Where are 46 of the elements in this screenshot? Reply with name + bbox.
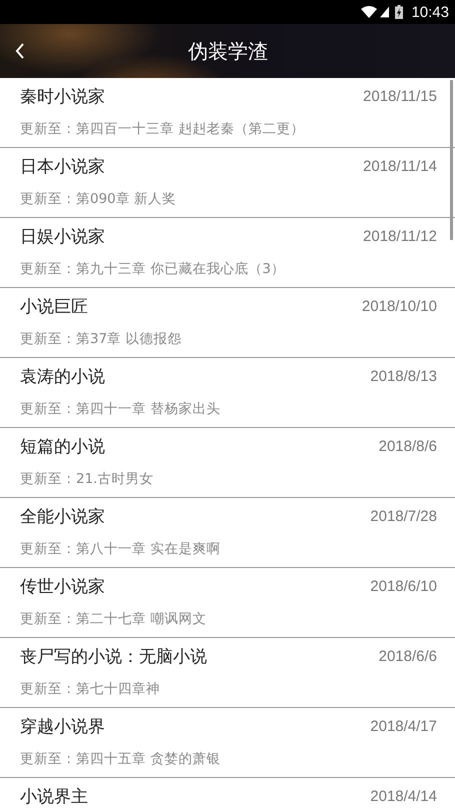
novel-title: 小说巨匠: [20, 296, 88, 318]
novel-item[interactable]: 全能小说家 2018/7/28 更新至：第八十一章 实在是爽啊: [0, 498, 455, 568]
novel-title: 全能小说家: [20, 506, 105, 528]
novel-title: 日本小说家: [20, 156, 105, 178]
novel-item[interactable]: 小说界主 2018/4/14: [0, 778, 455, 809]
novel-title: 日娱小说家: [20, 226, 105, 248]
back-icon[interactable]: [15, 43, 25, 59]
latest-chapter: 更新至：第七十四章神: [20, 680, 161, 698]
update-date: 2018/8/6: [378, 438, 437, 454]
novel-item[interactable]: 穿越小说界 2018/4/17 更新至：第四十五章 贪婪的萧银: [0, 708, 455, 778]
novel-title: 穿越小说界: [20, 716, 105, 738]
update-date: 2018/8/13: [370, 368, 437, 384]
signal-icon: [380, 6, 390, 18]
update-date: 2018/6/6: [378, 648, 437, 664]
novel-title: 短篇的小说: [20, 436, 105, 458]
battery-icon: [395, 5, 404, 19]
latest-chapter: 更新至：第二十七章 嘲讽网文: [20, 610, 208, 628]
update-date: 2018/11/15: [363, 88, 437, 104]
latest-chapter: 更新至：第四十五章 贪婪的萧银: [20, 750, 222, 768]
page-title: 伪装学渣: [188, 38, 268, 64]
latest-chapter: 更新至：第四十一章 替杨家出头: [20, 400, 222, 418]
status-time: 10:43: [411, 4, 449, 20]
novel-title: 秦时小说家: [20, 86, 105, 108]
latest-chapter: 更新至：第九十三章 你已藏在我心底（3）: [20, 260, 286, 278]
novel-title: 丧尸写的小说：无脑小说: [20, 646, 207, 668]
latest-chapter: 更新至：第37章 以德报怨: [20, 330, 182, 348]
update-date: 2018/7/28: [370, 508, 437, 524]
novel-title: 袁涛的小说: [20, 366, 105, 388]
latest-chapter: 更新至：21.古时男女: [20, 470, 154, 488]
novel-item[interactable]: 短篇的小说 2018/8/6 更新至：21.古时男女: [0, 428, 455, 498]
update-date: 2018/6/10: [370, 578, 437, 594]
update-date: 2018/10/10: [362, 298, 437, 314]
novel-item[interactable]: 传世小说家 2018/6/10 更新至：第二十七章 嘲讽网文: [0, 568, 455, 638]
update-date: 2018/4/14: [370, 788, 437, 804]
novel-item[interactable]: 丧尸写的小说：无脑小说 2018/6/6 更新至：第七十四章神: [0, 638, 455, 708]
update-date: 2018/11/12: [363, 228, 437, 244]
latest-chapter: 更新至：第八十一章 实在是爽啊: [20, 540, 222, 558]
latest-chapter: 更新至：第四百一十三章 赳赳老秦（第二更）: [20, 120, 306, 138]
novel-item[interactable]: 袁涛的小说 2018/8/13 更新至：第四十一章 替杨家出头: [0, 358, 455, 428]
novel-title: 传世小说家: [20, 576, 105, 598]
wifi-icon: [361, 6, 378, 18]
novel-title: 小说界主: [20, 786, 88, 808]
latest-chapter: 更新至：第090章 新人奖: [20, 190, 178, 208]
update-date: 2018/11/14: [363, 158, 437, 174]
update-date: 2018/4/17: [370, 718, 437, 734]
novel-item[interactable]: 小说巨匠 2018/10/10 更新至：第37章 以德报怨: [0, 288, 455, 358]
